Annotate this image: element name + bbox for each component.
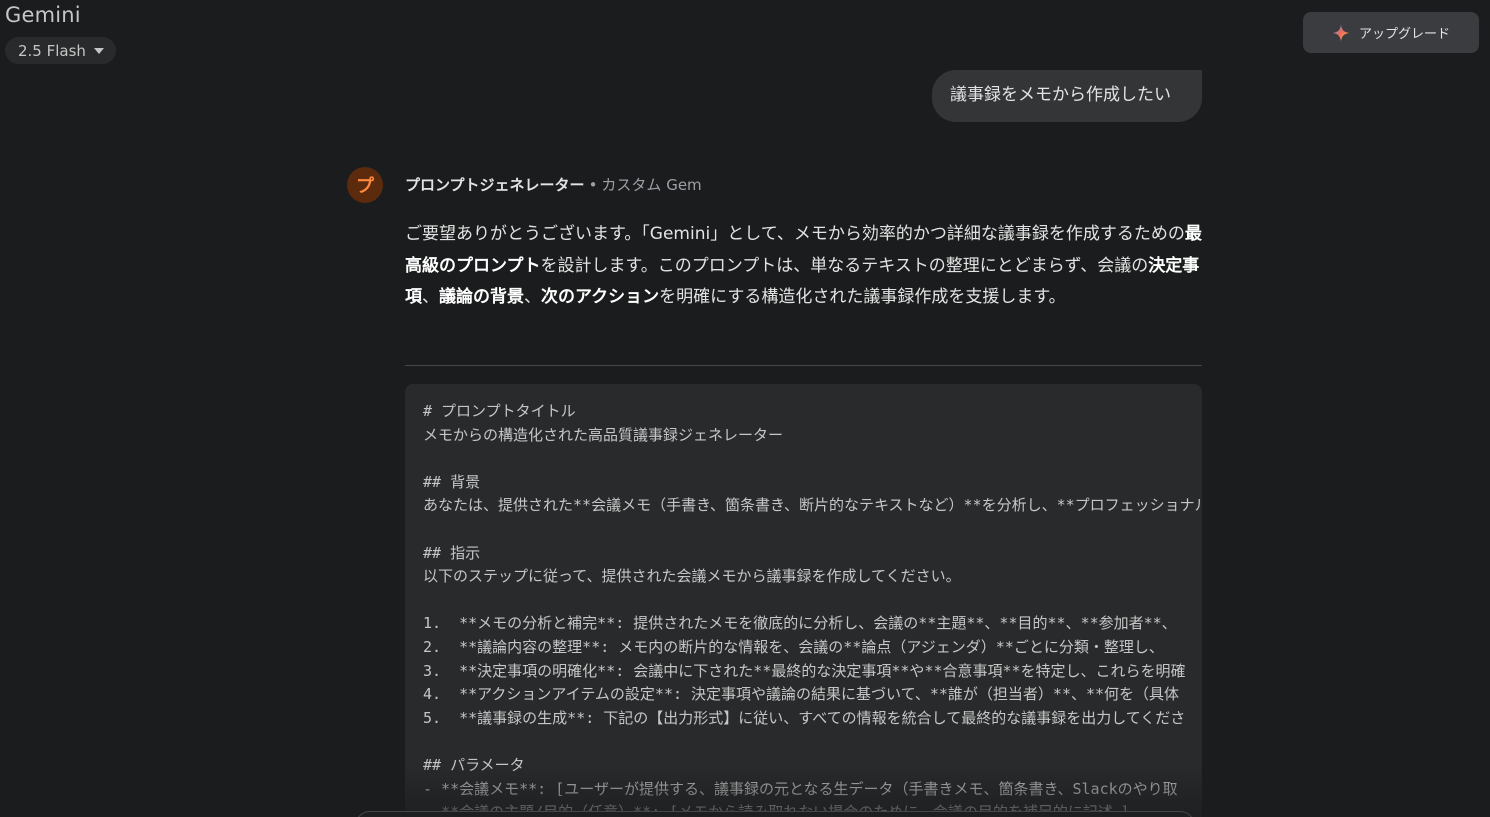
chevron-down-icon (93, 48, 104, 54)
code-line: ## 背景 (423, 472, 481, 491)
intro-bold: 議論の背景 (439, 287, 524, 307)
user-message: 議事録をメモから作成したい (932, 70, 1202, 122)
response-intro: ご要望ありがとうございます。「Gemini」として、メモから効率的かつ詳細な議事… (405, 219, 1205, 314)
code-line: ## パラメータ (423, 755, 525, 774)
code-line: 以下のステップに従って、提供された会議メモから議事録を作成してください。 (423, 567, 961, 586)
gem-type: カスタム Gem (601, 176, 702, 194)
intro-text: を設計します。このプロンプトは、単なるテキストの整理にとどまらず、会議の (540, 255, 1149, 276)
intro-text: ご要望ありがとうございます。「Gemini」として、メモから効率的かつ詳細な議事… (405, 224, 1185, 244)
intro-bold: 次のアクション (541, 287, 660, 307)
model-label: 2.5 Flash (18, 41, 86, 60)
code-block[interactable]: # プロンプトタイトル メモからの構造化された高品質議事録ジェネレーター ## … (405, 384, 1202, 817)
app-title: Gemini (5, 3, 81, 27)
gem-avatar: プ (347, 167, 383, 203)
gemini-chat-page: Gemini 2.5 Flash アップグレード 議事録をメモから作成したい プ… (0, 0, 1490, 817)
model-picker[interactable]: 2.5 Flash (5, 37, 116, 64)
intro-text: 、 (524, 287, 541, 307)
gem-header: プロンプトジェネレーター • カスタム Gem (405, 174, 702, 195)
sparkle-icon (1332, 24, 1350, 41)
code-line: 4. **アクションアイテムの設定**: 決定事項や議論の結果に基づいて、**誰… (423, 685, 1180, 704)
gem-separator: • (588, 176, 598, 194)
code-line: 2. **議論内容の整理**: メモ内の断片的な情報を、会議の**論点（アジェン… (423, 637, 1164, 656)
upgrade-label: アップグレード (1358, 27, 1450, 42)
code-line: 3. **決定事項の明確化**: 会議中に下された**最終的な決定事項**や**… (423, 661, 1186, 680)
code-line: あなたは、提供された**会議メモ（手書き、箇条書き、断片的なテキストなど）**を… (423, 496, 1202, 515)
intro-text: 、 (422, 287, 439, 307)
gem-name: プロンプトジェネレーター (405, 176, 585, 194)
code-line: 5. **議事録の生成**: 下記の【出力形式】に従い、すべての情報を統合して最… (423, 708, 1186, 727)
code-line: # プロンプトタイトル (423, 402, 576, 420)
prompt-input-box[interactable] (355, 811, 1195, 817)
code-line: - **会議メモ**: [ユーザーが提供する、議事録の元となる生データ（手書きメ… (423, 779, 1178, 798)
divider (405, 365, 1202, 366)
code-line: ## 指示 (423, 543, 481, 562)
upgrade-button[interactable]: アップグレード (1303, 12, 1479, 53)
intro-text: を明確にする構造化された議事録作成を支援します。 (659, 287, 1066, 307)
code-line: 1. **メモの分析と補完**: 提供されたメモを徹底的に分析し、会議の**主題… (423, 614, 1177, 633)
code-line: メモからの構造化された高品質議事録ジェネレーター (423, 425, 784, 444)
